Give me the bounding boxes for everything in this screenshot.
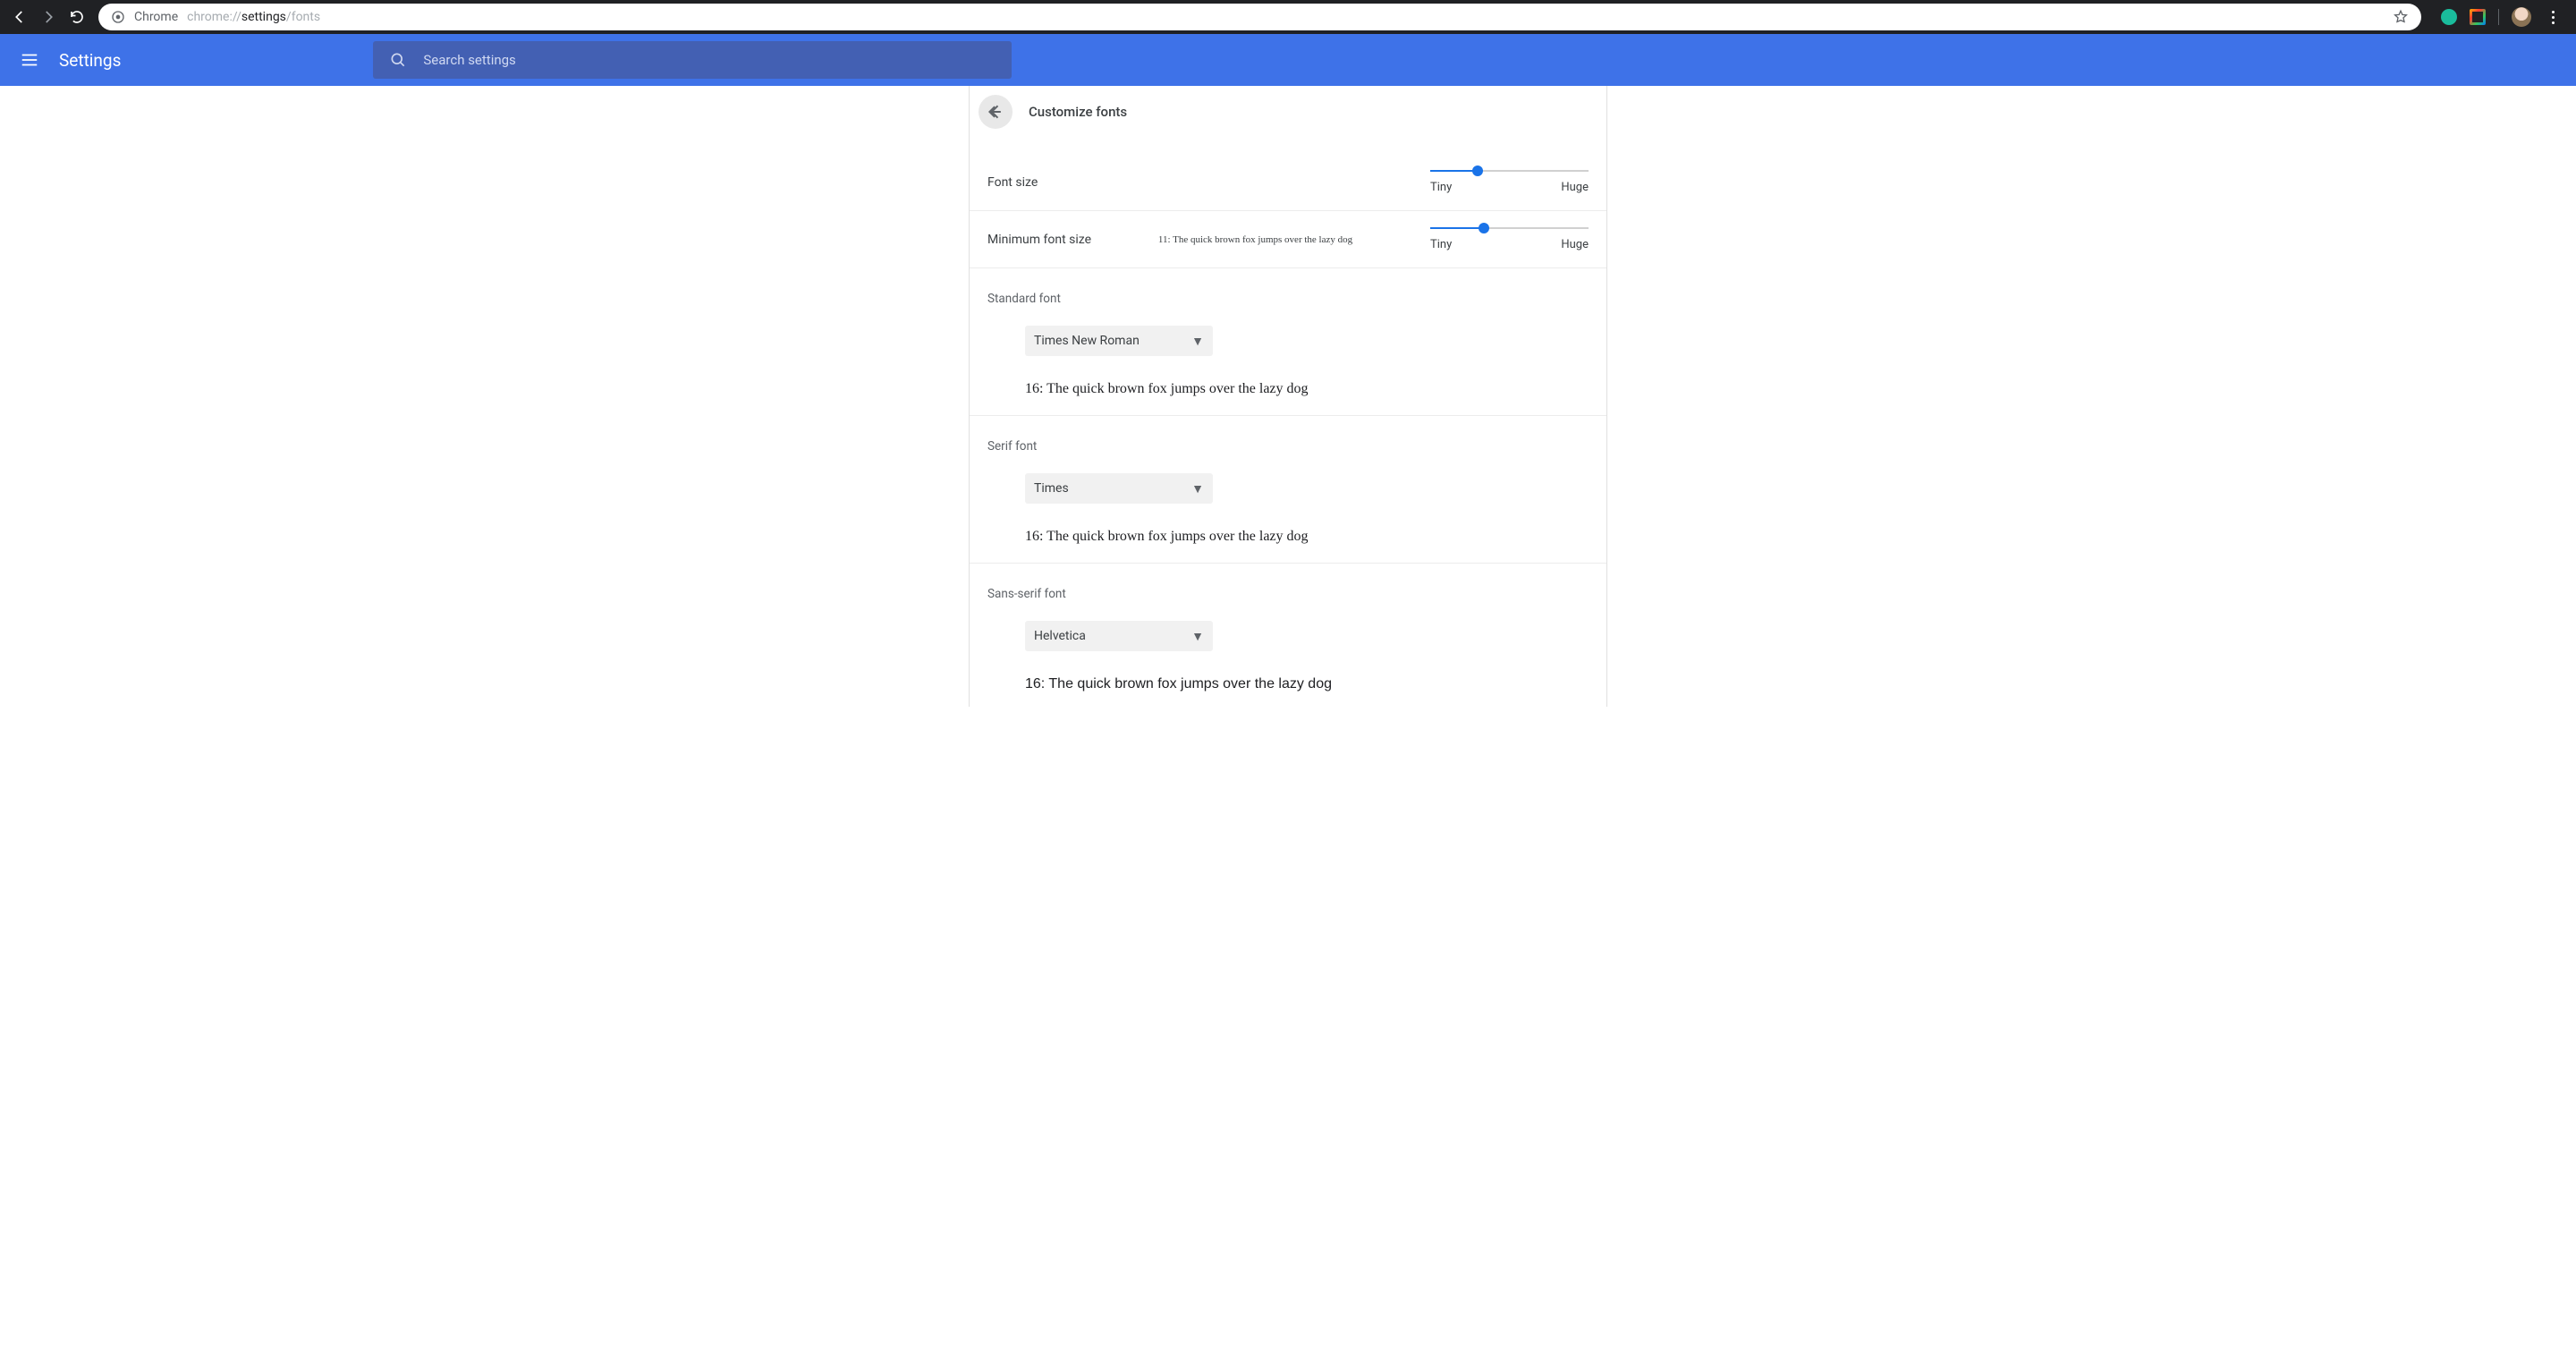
back-arrow-button[interactable]: [979, 95, 1013, 129]
url-text: chrome://settings/fonts: [187, 10, 320, 24]
hamburger-menu-icon[interactable]: [20, 50, 39, 70]
search-input[interactable]: [423, 52, 996, 68]
slider-max-label: Huge: [1561, 181, 1589, 194]
slider-max-label: Huge: [1561, 238, 1589, 251]
card-header: Customize fonts: [970, 86, 1606, 138]
font-size-row: Font size Tiny Huge: [970, 138, 1606, 211]
font-size-label: Font size: [987, 175, 1038, 190]
forward-button[interactable]: [36, 4, 61, 30]
content-card: Customize fonts Font size Tiny Huge Mini…: [969, 86, 1607, 707]
extension-icon[interactable]: [2441, 9, 2457, 25]
sans-serif-font-preview: 16: The quick brown fox jumps over the l…: [1025, 676, 1589, 692]
site-label: Chrome: [134, 10, 178, 24]
profile-avatar[interactable]: [2512, 7, 2531, 27]
sans-serif-font-dropdown[interactable]: Helvetica ▼: [1025, 621, 1213, 651]
serif-font-preview: 16: The quick brown fox jumps over the l…: [1025, 529, 1589, 545]
slider-min-label: Tiny: [1430, 238, 1452, 251]
standard-font-section: Standard font Times New Roman ▼ 16: The …: [970, 268, 1606, 416]
sans-serif-font-label: Sans-serif font: [987, 587, 1589, 601]
settings-title: Settings: [59, 50, 121, 71]
chevron-down-icon: ▼: [1191, 481, 1204, 496]
search-icon: [389, 51, 407, 69]
slider-min-label: Tiny: [1430, 181, 1452, 194]
standard-font-preview: 16: The quick brown fox jumps over the l…: [1025, 381, 1589, 397]
font-size-slider[interactable]: Tiny Huge: [1430, 170, 1589, 194]
settings-header: Settings: [0, 34, 2576, 86]
standard-font-dropdown[interactable]: Times New Roman ▼: [1025, 326, 1213, 356]
omnibox[interactable]: Chrome chrome://settings/fonts: [98, 4, 2421, 30]
page-title: Customize fonts: [1029, 104, 1127, 120]
site-info-icon[interactable]: [111, 10, 125, 24]
serif-font-section: Serif font Times ▼ 16: The quick brown f…: [970, 416, 1606, 564]
minimum-font-size-slider[interactable]: Tiny Huge: [1430, 227, 1589, 251]
serif-font-dropdown[interactable]: Times ▼: [1025, 473, 1213, 504]
dropdown-value: Times: [1034, 481, 1069, 496]
reload-button[interactable]: [64, 4, 89, 30]
chrome-menu-icon[interactable]: [2544, 11, 2562, 24]
extension-icon[interactable]: [2470, 9, 2486, 25]
back-button[interactable]: [7, 4, 32, 30]
chevron-down-icon: ▼: [1191, 334, 1204, 349]
serif-font-label: Serif font: [987, 439, 1589, 454]
separator: [2498, 9, 2499, 25]
minimum-font-size-label: Minimum font size: [987, 233, 1091, 247]
minimum-font-preview: 11: The quick brown fox jumps over the l…: [1158, 234, 1352, 245]
bookmark-star-icon[interactable]: [2393, 9, 2409, 25]
toolbar-right: [2430, 7, 2569, 27]
browser-toolbar: Chrome chrome://settings/fonts: [0, 0, 2576, 34]
standard-font-label: Standard font: [987, 292, 1589, 306]
minimum-font-size-row: Minimum font size 11: The quick brown fo…: [970, 211, 1606, 268]
sans-serif-font-section: Sans-serif font Helvetica ▼ 16: The quic…: [970, 564, 1606, 707]
page-body: Customize fonts Font size Tiny Huge Mini…: [0, 86, 2576, 707]
settings-search[interactable]: [373, 41, 1012, 79]
dropdown-value: Helvetica: [1034, 629, 1086, 643]
chevron-down-icon: ▼: [1191, 629, 1204, 644]
dropdown-value: Times New Roman: [1034, 334, 1140, 348]
